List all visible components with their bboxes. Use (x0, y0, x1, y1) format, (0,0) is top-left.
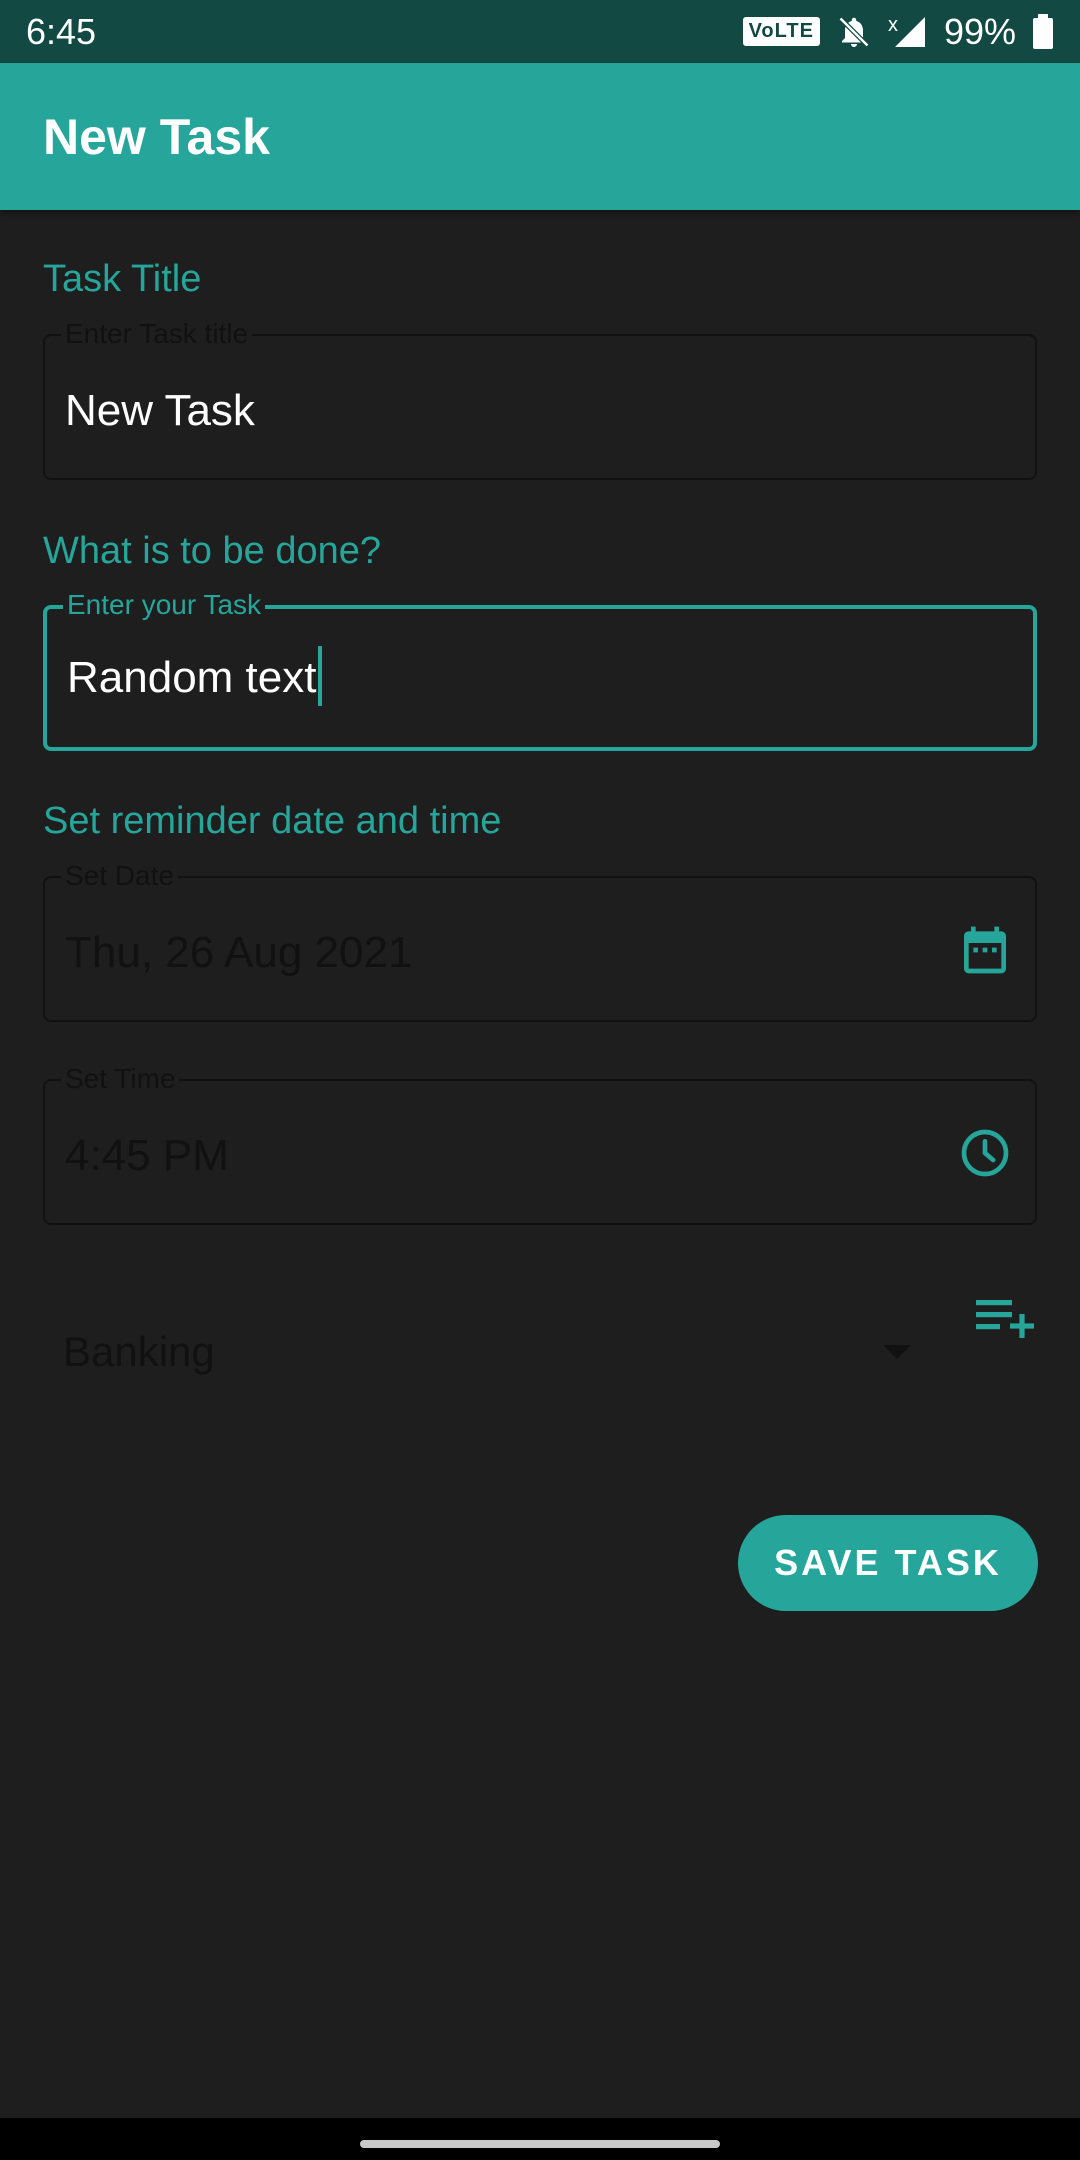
calendar-icon[interactable] (957, 922, 1013, 978)
status-time: 6:45 (26, 10, 97, 52)
bell-off-icon (836, 14, 872, 50)
time-legend: Set Time (61, 1064, 180, 1094)
playlist-add-icon[interactable] (976, 1296, 1036, 1348)
status-icons: VoLTE x 99% (742, 10, 1054, 53)
page-title: New Task (43, 108, 270, 165)
task-description-value-wrap: Random text (67, 646, 323, 707)
date-legend: Set Date (61, 861, 178, 891)
task-title-field[interactable]: Enter Task title New Task (43, 319, 1037, 480)
date-field[interactable]: Set Date Thu, 26 Aug 2021 (43, 861, 1037, 1022)
clock-icon[interactable] (957, 1125, 1013, 1181)
signal-icon: x (888, 14, 928, 50)
time-field[interactable]: Set Time 4:45 PM (43, 1064, 1037, 1225)
app-bar: New Task (0, 63, 1080, 210)
battery-icon (1032, 13, 1054, 50)
time-value: 4:45 PM (65, 1131, 229, 1180)
category-dropdown[interactable]: Banking (43, 1300, 923, 1410)
reminder-label: Set reminder date and time (43, 800, 502, 842)
home-gesture-handle[interactable] (360, 2140, 720, 2148)
status-bar: 6:45 VoLTE x 99% (0, 0, 1080, 63)
battery-percent: 99% (943, 10, 1016, 52)
task-description-label: What is to be done? (43, 530, 381, 572)
task-title-label: Task Title (43, 258, 202, 300)
task-description-legend: Enter your Task (63, 590, 266, 620)
task-title-value: New Task (65, 386, 255, 435)
task-title-legend: Enter Task title (61, 319, 253, 349)
task-description-field[interactable]: Enter your Task Random text (43, 590, 1037, 751)
task-description-value: Random text (67, 653, 317, 702)
save-task-button[interactable]: SAVE TASK (738, 1515, 1038, 1611)
volte-badge: VoLTE (742, 17, 820, 46)
text-cursor (318, 646, 323, 707)
dropdown-arrow-icon (883, 1345, 911, 1359)
category-selected: Banking (63, 1328, 215, 1375)
navigation-bar (0, 2118, 1080, 2160)
date-value: Thu, 26 Aug 2021 (65, 928, 413, 977)
